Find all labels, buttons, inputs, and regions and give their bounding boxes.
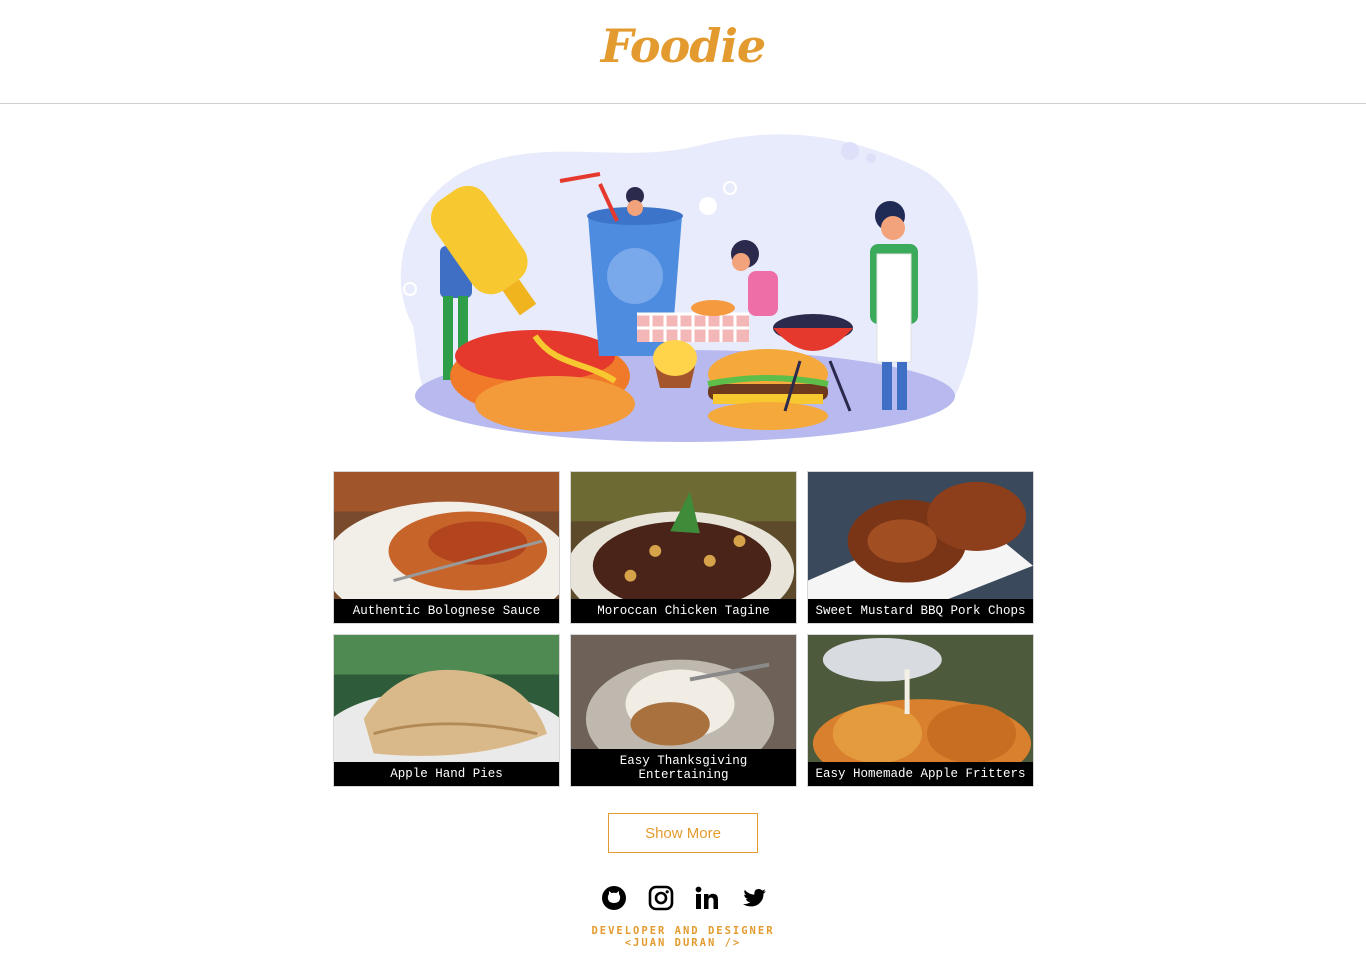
social-links xyxy=(600,884,768,912)
footer-credits: Developer and Designer <Juan Duran /> xyxy=(483,925,883,949)
recipe-card[interactable]: Moroccan Chicken Tagine xyxy=(570,471,797,624)
recipe-card[interactable]: Easy Thanksgiving Entertaining xyxy=(570,634,797,787)
recipe-title: Sweet Mustard BBQ Pork Chops xyxy=(808,599,1033,623)
twitter-icon[interactable] xyxy=(740,884,768,912)
linkedin-icon[interactable] xyxy=(693,884,721,912)
recipe-title: Moroccan Chicken Tagine xyxy=(571,599,796,623)
recipe-card[interactable]: Apple Hand Pies xyxy=(333,634,560,787)
credit-author: <Juan Duran /> xyxy=(624,937,742,949)
recipe-grid: Authentic Bolognese Sauce Moroccan Chick… xyxy=(333,471,1034,787)
recipe-card[interactable]: Authentic Bolognese Sauce xyxy=(333,471,560,624)
recipe-title: Apple Hand Pies xyxy=(334,762,559,786)
hero-illustration xyxy=(400,134,978,442)
recipe-card[interactable]: Sweet Mustard BBQ Pork Chops xyxy=(807,471,1034,624)
recipe-title: Authentic Bolognese Sauce xyxy=(334,599,559,623)
credit-role: Developer and Designer xyxy=(591,925,775,937)
recipe-card[interactable]: Easy Homemade Apple Fritters xyxy=(807,634,1034,787)
instagram-icon[interactable] xyxy=(647,884,675,912)
recipe-title: Easy Thanksgiving Entertaining xyxy=(571,749,796,786)
show-more-button[interactable]: Show More xyxy=(608,813,758,853)
recipe-title: Easy Homemade Apple Fritters xyxy=(808,762,1033,786)
github-icon[interactable] xyxy=(600,884,628,912)
site-header: Foodie xyxy=(0,0,1366,104)
site-logo[interactable]: Foodie xyxy=(601,19,766,73)
